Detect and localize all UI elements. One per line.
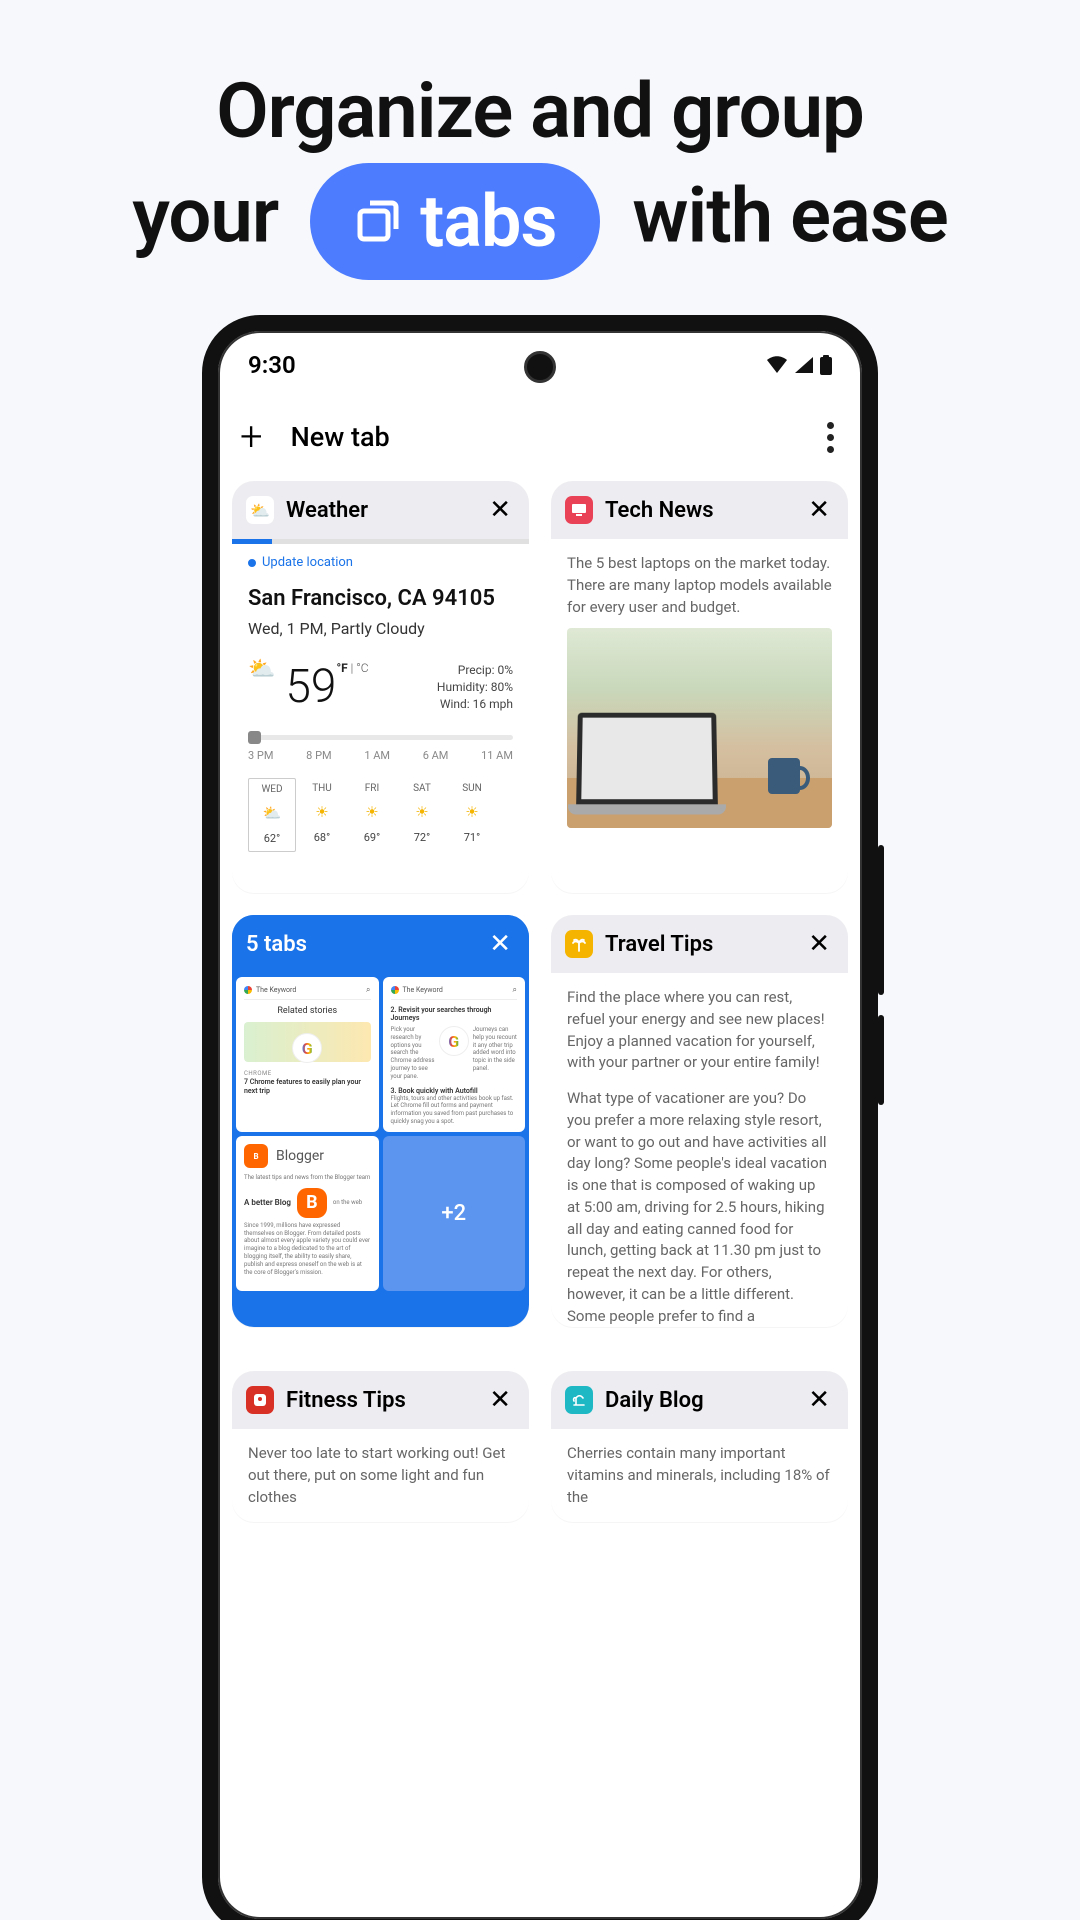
weather-hours: 3 PM 8 PM 1 AM 6 AM 11 AM: [248, 748, 513, 764]
tab-card-daily-blog[interactable]: Daily Blog ✕ Cherries contain many impor…: [551, 1371, 848, 1522]
wifi-icon: [766, 356, 788, 374]
tech-favicon: [565, 496, 593, 524]
tab-title: Tech News: [605, 498, 792, 523]
blog-favicon: [565, 1386, 593, 1414]
unit-c[interactable]: °C: [356, 661, 368, 675]
group-overflow-count[interactable]: +2: [383, 1136, 526, 1291]
headline-your: your: [132, 170, 278, 260]
travel-p2: What type of vacationer are you? Do you …: [567, 1088, 832, 1327]
tabs-icon: [354, 197, 402, 245]
more-menu-icon[interactable]: [827, 422, 840, 453]
weather-forecast: WED⛅62° THU☀68° FRI☀69° SAT☀72° SUN☀71° …: [248, 778, 513, 852]
blog-snippet: Cherries contain many important vitamins…: [567, 1443, 832, 1508]
battery-icon: [820, 355, 832, 375]
close-tab-icon[interactable]: ✕: [804, 495, 834, 525]
scale-icon: [252, 1392, 268, 1408]
group-mini-tab[interactable]: B Blogger The latest tips and news from …: [236, 1136, 379, 1291]
weather-city: San Francisco, CA 94105: [248, 583, 513, 615]
tab-card-weather[interactable]: ⛅ Weather ✕ Update location San Francisc…: [232, 481, 529, 893]
tech-snippet: The 5 best laptops on the market today. …: [567, 553, 832, 618]
new-tab-label[interactable]: New tab: [291, 421, 390, 453]
headline-line1: Organize and group: [216, 66, 864, 156]
headline-tail: with ease: [632, 170, 947, 260]
tab-title: Fitness Tips: [286, 1388, 473, 1413]
tab-title: Daily Blog: [605, 1388, 792, 1413]
group-mini-tab[interactable]: The Keyword⌕ 2. Revisit your searches th…: [383, 977, 526, 1132]
monitor-icon: [571, 503, 587, 517]
weather-subtitle: Wed, 1 PM, Partly Cloudy: [248, 617, 513, 640]
fitness-snippet: Never too late to start working out! Get…: [248, 1443, 513, 1508]
tab-group-card[interactable]: 5 tabs ✕ The Keyword⌕ Related stories G …: [232, 915, 529, 1327]
tab-card-travel-tips[interactable]: Travel Tips ✕ Find the place where you c…: [551, 915, 848, 1327]
unit-f[interactable]: °F: [336, 661, 347, 675]
group-mini-tab[interactable]: The Keyword⌕ Related stories G CHROME 7 …: [236, 977, 379, 1132]
fitness-favicon: [246, 1386, 274, 1414]
tabs-badge: tabs: [310, 163, 600, 280]
phone-camera: [524, 351, 556, 383]
phone-mockup: 9:30 + New tab ⛅ Weather: [202, 315, 878, 1920]
badge-text: tabs: [420, 173, 556, 270]
weather-time-slider[interactable]: [248, 735, 513, 740]
close-tab-icon[interactable]: ✕: [485, 495, 515, 525]
weather-favicon: ⛅: [246, 496, 274, 524]
close-tab-icon[interactable]: ✕: [804, 1385, 834, 1415]
beach-icon: [571, 1392, 587, 1408]
phone-side-button: [878, 845, 884, 995]
signal-icon: [794, 356, 814, 374]
tab-title: Travel Tips: [605, 932, 792, 957]
travel-p1: Find the place where you can rest, refue…: [567, 987, 832, 1074]
palm-icon: [571, 936, 587, 952]
tech-article-image: [567, 628, 832, 828]
tab-group-title: 5 tabs: [246, 932, 473, 957]
update-location-link[interactable]: Update location: [248, 554, 513, 573]
weather-condition-icon: ⛅: [248, 654, 275, 686]
phone-side-button: [878, 1015, 884, 1105]
tab-switcher-toolbar: + New tab: [218, 389, 862, 481]
close-tab-icon[interactable]: ✕: [485, 1385, 515, 1415]
tab-card-tech-news[interactable]: Tech News ✕ The 5 best laptops on the ma…: [551, 481, 848, 893]
promo-headline: Organize and group your tabs with ease: [0, 0, 1080, 280]
close-group-icon[interactable]: ✕: [485, 929, 515, 959]
tab-title: Weather: [286, 498, 473, 523]
new-tab-icon[interactable]: +: [240, 417, 263, 457]
travel-favicon: [565, 930, 593, 958]
status-time: 9:30: [248, 351, 296, 379]
close-tab-icon[interactable]: ✕: [804, 929, 834, 959]
weather-temp: 59 °F | °C: [285, 654, 368, 721]
tab-card-fitness-tips[interactable]: Fitness Tips ✕ Never too late to start w…: [232, 1371, 529, 1522]
weather-stats: Precip: 0% Humidity: 80% Wind: 16 mph: [437, 662, 513, 712]
